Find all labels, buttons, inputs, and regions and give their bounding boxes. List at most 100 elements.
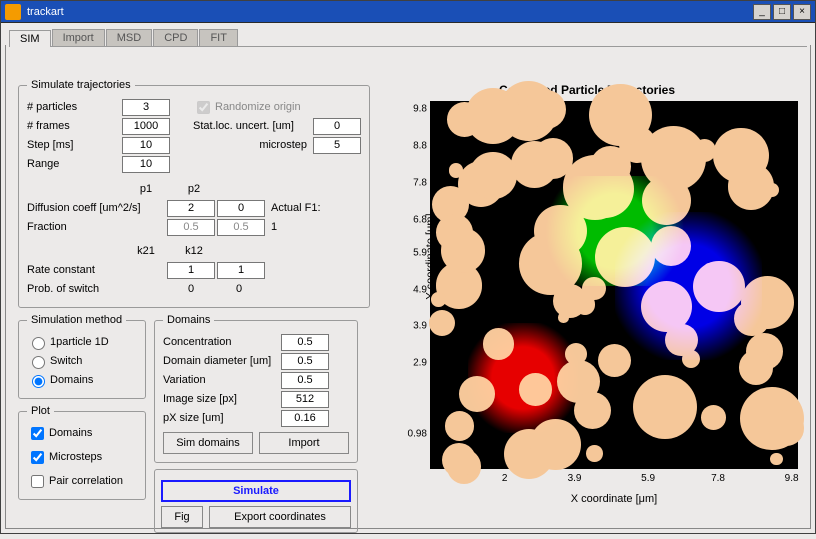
- y-tick: 6.8: [397, 214, 427, 225]
- domain-blob: [449, 163, 464, 178]
- close-button[interactable]: ×: [793, 4, 811, 20]
- plot-microsteps-label: Microsteps: [49, 451, 102, 463]
- domain-blob: [553, 284, 587, 318]
- domain-blob: [429, 310, 456, 337]
- window-title: trackart: [27, 6, 64, 18]
- method-1particle1d-radio[interactable]: [32, 337, 45, 350]
- randomize-origin-label: Randomize origin: [215, 101, 301, 113]
- image-size-input[interactable]: [281, 391, 329, 408]
- y-tick: 2.9: [397, 358, 427, 369]
- import-domains-button[interactable]: Import: [259, 432, 349, 454]
- domain-blob: [770, 453, 783, 466]
- rate-k12-input[interactable]: [217, 262, 265, 279]
- maximize-button[interactable]: □: [773, 4, 791, 20]
- range-label: Range: [27, 158, 122, 170]
- minimize-button[interactable]: _: [753, 4, 771, 20]
- p2-header: p2: [170, 183, 218, 195]
- x-tick: 5.9: [641, 473, 655, 484]
- plot-axes: Y coordinate [μm] 0.982.93.94.95.96.87.8…: [430, 101, 798, 469]
- diffusion-label: Diffusion coeff [um^2/s]: [27, 202, 167, 214]
- method-switch-radio[interactable]: [32, 356, 45, 369]
- domain-blob: [574, 392, 611, 429]
- y-tick: 8.8: [397, 141, 427, 152]
- domain-blob: [469, 152, 516, 199]
- plot-paircorr-label: Pair correlation: [49, 475, 123, 487]
- method-1particle1d-label: 1particle 1D: [50, 336, 109, 348]
- plot-domains-checkbox[interactable]: [31, 427, 44, 440]
- px-size-input[interactable]: [281, 410, 329, 427]
- k12-header: k12: [170, 245, 218, 257]
- x-tick: 9.8: [785, 473, 799, 484]
- image-size-label: Image size [px]: [163, 393, 281, 405]
- rate-constant-label: Rate constant: [27, 264, 167, 276]
- variation-input[interactable]: [281, 372, 329, 389]
- prob-switch-label: Prob. of switch: [27, 283, 167, 295]
- domain-blob: [527, 90, 566, 129]
- diffusion-p1-input[interactable]: [167, 200, 215, 217]
- domains-group: Domains Concentration Domain diameter [u…: [154, 314, 358, 463]
- plot-domains-label: Domains: [49, 427, 92, 439]
- nframes-input[interactable]: [122, 118, 170, 135]
- nparticles-label: # particles: [27, 101, 122, 113]
- step-input[interactable]: [122, 137, 170, 154]
- p1-header: p1: [122, 183, 170, 195]
- microstep-input[interactable]: [313, 137, 361, 154]
- simulate-trajectories-group: Simulate trajectories # particles # fram…: [18, 79, 370, 308]
- nframes-label: # frames: [27, 120, 122, 132]
- y-tick: 0.98: [397, 428, 427, 439]
- y-tick: 7.8: [397, 177, 427, 188]
- plot-microsteps-checkbox[interactable]: [31, 451, 44, 464]
- x-tick: 3.9: [568, 473, 582, 484]
- app-window: trackart _ □ × SIM Import MSD CPD FIT Si…: [0, 0, 816, 534]
- plot-paircorr-checkbox[interactable]: [31, 475, 44, 488]
- domain-blob: [713, 128, 769, 184]
- method-domains-radio[interactable]: [32, 375, 45, 388]
- nparticles-input[interactable]: [122, 99, 170, 116]
- fig-button[interactable]: Fig: [161, 506, 203, 528]
- actual-f1-value: 1: [271, 221, 277, 233]
- domain-diameter-label: Domain diameter [um]: [163, 355, 281, 367]
- plot-legend: Plot: [27, 405, 54, 417]
- tab-msd[interactable]: MSD: [106, 29, 152, 46]
- domain-blob: [442, 443, 476, 477]
- fraction-p2-input: [217, 219, 265, 236]
- actual-f1-label: Actual F1:: [271, 202, 321, 214]
- randomize-origin-checkbox: [197, 101, 210, 114]
- prob-switch-k12: 0: [215, 283, 263, 295]
- rate-k21-input[interactable]: [167, 262, 215, 279]
- statloc-input[interactable]: [313, 118, 361, 135]
- domain-blob: [533, 138, 573, 178]
- trajectory-plot: Combined Particle Trajectories Y coordin…: [376, 83, 798, 520]
- export-coordinates-button[interactable]: Export coordinates: [209, 506, 351, 528]
- range-input[interactable]: [122, 156, 170, 173]
- domain-blob: [633, 375, 697, 439]
- content-area: SIM Import MSD CPD FIT Simulate trajecto…: [1, 23, 815, 533]
- trajectory: [615, 212, 762, 359]
- app-icon: [5, 4, 21, 20]
- domain-blob: [769, 410, 804, 445]
- domain-blob: [589, 84, 652, 147]
- x-tick: 7.8: [711, 473, 725, 484]
- step-label: Step [ms]: [27, 139, 122, 151]
- tab-import[interactable]: Import: [52, 29, 105, 46]
- titlebar: trackart _ □ ×: [1, 1, 815, 23]
- x-tick: 2: [502, 473, 508, 484]
- domain-blob: [586, 445, 603, 462]
- diffusion-p2-input[interactable]: [217, 200, 265, 217]
- domains-legend: Domains: [163, 314, 214, 326]
- domain-blob: [431, 292, 445, 306]
- prob-switch-k21: 0: [167, 283, 215, 295]
- plot-options-group: Plot Domains Microsteps Pair correlation: [18, 405, 146, 500]
- tab-fit[interactable]: FIT: [199, 29, 238, 46]
- simulate-button[interactable]: Simulate: [161, 480, 351, 502]
- domain-blob: [701, 405, 726, 430]
- domain-diameter-input[interactable]: [281, 353, 329, 370]
- y-tick: 3.9: [397, 321, 427, 332]
- fraction-label: Fraction: [27, 221, 167, 233]
- x-axis-label: X coordinate [μm]: [430, 493, 798, 505]
- method-switch-label: Switch: [50, 355, 82, 367]
- tab-cpd[interactable]: CPD: [153, 29, 198, 46]
- concentration-input[interactable]: [281, 334, 329, 351]
- microstep-label: microstep: [193, 139, 313, 151]
- sim-domains-button[interactable]: Sim domains: [163, 432, 253, 454]
